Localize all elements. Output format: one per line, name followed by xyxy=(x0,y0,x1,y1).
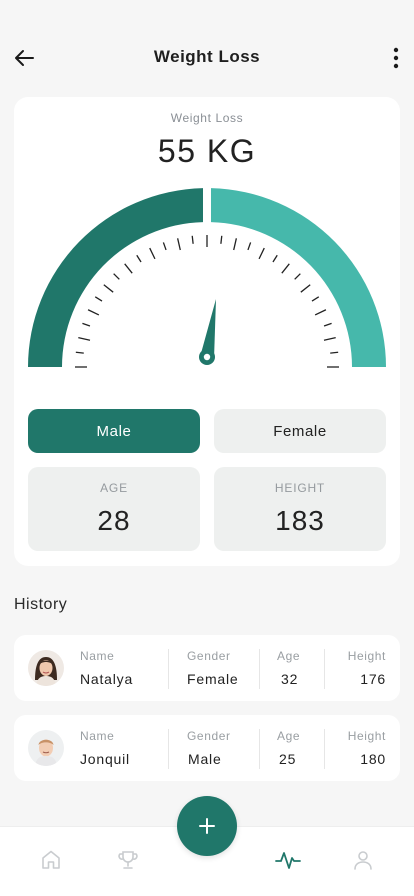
gauge-tick xyxy=(75,351,84,354)
name-value: Jonquil xyxy=(80,751,130,767)
gauge-tick xyxy=(78,336,91,341)
gauge-tick xyxy=(176,238,181,251)
column-divider xyxy=(324,649,325,689)
weight-gauge[interactable] xyxy=(14,187,400,387)
gauge-tick xyxy=(113,273,120,280)
nav-home[interactable] xyxy=(38,847,64,873)
gauge-tick xyxy=(323,322,332,327)
history-row[interactable]: Name Natalya Gender Female Age 32 Height… xyxy=(14,635,400,701)
female-button[interactable]: Female xyxy=(214,409,386,453)
nav-trophy[interactable] xyxy=(115,847,141,873)
name-label: Name xyxy=(80,649,115,663)
age-label: Age xyxy=(277,649,301,663)
gauge-needle[interactable] xyxy=(199,299,216,365)
profile-icon xyxy=(354,851,372,870)
gauge-tick xyxy=(162,242,167,251)
column-divider xyxy=(324,729,325,769)
activity-icon xyxy=(275,852,301,869)
gauge-tick xyxy=(323,336,336,341)
gauge-tick xyxy=(247,242,252,251)
gauge-right-arc xyxy=(211,188,386,367)
gauge-tick xyxy=(330,351,339,354)
gauge-tick xyxy=(103,284,114,293)
gender-value: Male xyxy=(188,751,222,767)
age-value: 25 xyxy=(279,751,297,767)
nav-activity[interactable] xyxy=(275,847,301,873)
female-avatar xyxy=(28,650,64,686)
calculator-label: Weight Loss xyxy=(170,111,244,125)
more-options-button[interactable] xyxy=(384,42,408,74)
top-bar: Weight Loss xyxy=(0,36,414,80)
age-label: AGE xyxy=(100,481,128,495)
weight-calculator-card: Weight Loss 55 KG Male Female AGE 28 HEI… xyxy=(14,97,400,566)
weight-value: 55 KG xyxy=(157,133,257,169)
gauge-tick xyxy=(220,235,223,244)
gauge-tick xyxy=(300,284,311,293)
gauge-tick xyxy=(87,309,100,316)
gauge-tick xyxy=(294,273,301,280)
gauge-tick xyxy=(82,322,91,327)
column-divider xyxy=(259,729,260,769)
gauge-tick xyxy=(136,254,142,263)
height-value: 183 xyxy=(275,505,325,536)
column-divider xyxy=(259,649,260,689)
height-label: Height xyxy=(347,649,386,663)
nav-profile[interactable] xyxy=(350,847,376,873)
gauge-tick xyxy=(233,238,238,251)
height-column: Height 176 xyxy=(340,635,386,701)
history-row[interactable]: Name Jonquil Gender Male Age 25 Height 1… xyxy=(14,715,400,781)
page-title: Weight Loss xyxy=(153,47,261,66)
add-button[interactable] xyxy=(177,796,237,856)
trophy-icon xyxy=(118,851,138,869)
history-title: History xyxy=(14,596,68,613)
gauge-tick xyxy=(191,235,194,244)
gauge-tick xyxy=(281,263,290,274)
gauge-tick xyxy=(94,296,103,302)
age-value: 32 xyxy=(281,671,299,687)
gender-label: Gender xyxy=(187,649,231,663)
gauge-tick xyxy=(258,247,265,260)
plus-icon xyxy=(199,818,215,834)
height-value: 180 xyxy=(360,751,386,767)
height-column: Height 180 xyxy=(340,715,386,781)
gauge-tick xyxy=(311,296,320,302)
height-label: Height xyxy=(347,729,386,743)
age-value: 28 xyxy=(97,505,131,536)
height-value: 176 xyxy=(360,671,386,687)
height-stat[interactable]: HEIGHT 183 xyxy=(214,467,386,551)
gauge-tick xyxy=(149,247,156,260)
height-label: HEIGHT xyxy=(274,481,326,495)
more-vertical-icon xyxy=(393,47,399,69)
age-label: Age xyxy=(277,729,301,743)
male-button[interactable]: Male xyxy=(28,409,200,453)
gauge-tick xyxy=(314,309,327,316)
name-label: Name xyxy=(80,729,115,743)
home-icon xyxy=(42,850,60,869)
gauge-tick xyxy=(124,263,133,274)
gauge-left-arc xyxy=(28,188,203,367)
age-stat[interactable]: AGE 28 xyxy=(28,467,200,551)
gender-label: Gender xyxy=(187,729,231,743)
column-divider xyxy=(168,729,169,769)
column-divider xyxy=(168,649,169,689)
name-value: Natalya xyxy=(80,671,134,687)
gender-value: Female xyxy=(187,671,239,687)
male-avatar xyxy=(28,730,64,766)
gauge-tick xyxy=(272,254,278,263)
